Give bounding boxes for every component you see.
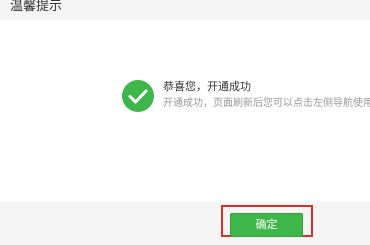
dialog-header: 温馨提示: [0, 0, 370, 20]
dialog-body: 恭喜您，开通成功 开通成功，页面刷新后您可以点击左侧导航使用: [0, 20, 370, 202]
notice-dialog: 温馨提示 恭喜您，开通成功 开通成功，页面刷新后您可以点击左侧导航使用 确定: [0, 0, 370, 245]
ok-button[interactable]: 确定: [230, 213, 303, 237]
success-message-title: 恭喜您，开通成功: [163, 80, 251, 93]
success-check-icon: [122, 80, 154, 112]
success-message-detail: 开通成功，页面刷新后您可以点击左侧导航使用: [163, 98, 370, 109]
dialog-footer: [0, 202, 370, 245]
dialog-title: 温馨提示: [10, 0, 63, 14]
